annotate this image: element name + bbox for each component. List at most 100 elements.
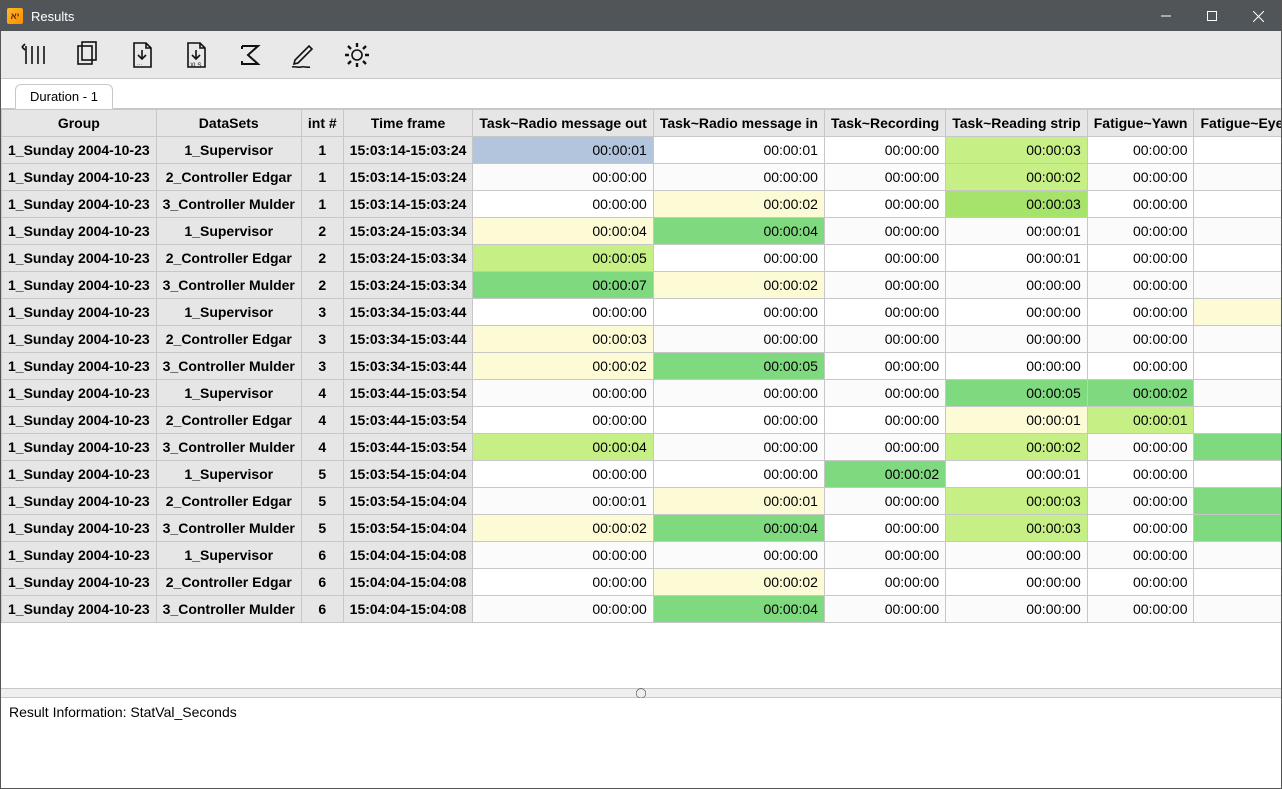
- cell-rmo[interactable]: 00:00:01: [473, 137, 653, 164]
- cell-rmo[interactable]: 00:00:00: [473, 407, 653, 434]
- copy-button[interactable]: [69, 37, 105, 73]
- cell-eye[interactable]: [1194, 434, 1281, 461]
- cell-rec[interactable]: 00:00:00: [824, 407, 945, 434]
- cell-yawn[interactable]: 00:00:00: [1087, 299, 1194, 326]
- columns-button[interactable]: [15, 37, 51, 73]
- cell-eye[interactable]: [1194, 569, 1281, 596]
- column-header-rmi[interactable]: Task~Radio message in: [653, 110, 824, 137]
- minimize-button[interactable]: [1143, 1, 1189, 31]
- cell-rmo[interactable]: 00:00:04: [473, 434, 653, 461]
- export-csv-button[interactable]: ···: [123, 37, 159, 73]
- cell-yawn[interactable]: 00:00:00: [1087, 461, 1194, 488]
- cell-rec[interactable]: 00:00:00: [824, 353, 945, 380]
- cell-rec[interactable]: 00:00:00: [824, 434, 945, 461]
- cell-rec[interactable]: 00:00:00: [824, 326, 945, 353]
- cell-rstrip[interactable]: 00:00:01: [946, 218, 1088, 245]
- cell-rmo[interactable]: 00:00:00: [473, 380, 653, 407]
- cell-rmo[interactable]: 00:00:00: [473, 299, 653, 326]
- column-header-rstrip[interactable]: Task~Reading strip: [946, 110, 1088, 137]
- cell-rec[interactable]: 00:00:00: [824, 596, 945, 623]
- cell-rmo[interactable]: 00:00:04: [473, 218, 653, 245]
- cell-rmo[interactable]: 00:00:05: [473, 245, 653, 272]
- cell-rmi[interactable]: 00:00:00: [653, 326, 824, 353]
- cell-rstrip[interactable]: 00:00:03: [946, 191, 1088, 218]
- cell-rstrip[interactable]: 00:00:00: [946, 353, 1088, 380]
- cell-rstrip[interactable]: 00:00:05: [946, 380, 1088, 407]
- column-header-group[interactable]: Group: [2, 110, 157, 137]
- cell-rmo[interactable]: 00:00:00: [473, 461, 653, 488]
- cell-rec[interactable]: 00:00:00: [824, 191, 945, 218]
- cell-eye[interactable]: [1194, 299, 1281, 326]
- cell-rmo[interactable]: 00:00:00: [473, 164, 653, 191]
- table-row[interactable]: 1_Sunday 2004-10-231_Supervisor615:04:04…: [2, 542, 1282, 569]
- cell-rmi[interactable]: 00:00:00: [653, 461, 824, 488]
- cell-rstrip[interactable]: 00:00:00: [946, 596, 1088, 623]
- table-row[interactable]: 1_Sunday 2004-10-231_Supervisor115:03:14…: [2, 137, 1282, 164]
- cell-rstrip[interactable]: 00:00:00: [946, 542, 1088, 569]
- cell-yawn[interactable]: 00:00:00: [1087, 569, 1194, 596]
- cell-yawn[interactable]: 00:00:00: [1087, 326, 1194, 353]
- highlight-button[interactable]: [285, 37, 321, 73]
- cell-eye[interactable]: [1194, 515, 1281, 542]
- cell-rmi[interactable]: 00:00:00: [653, 434, 824, 461]
- cell-yawn[interactable]: 00:00:00: [1087, 191, 1194, 218]
- column-header-rec[interactable]: Task~Recording: [824, 110, 945, 137]
- cell-yawn[interactable]: 00:00:00: [1087, 542, 1194, 569]
- table-row[interactable]: 1_Sunday 2004-10-231_Supervisor515:03:54…: [2, 461, 1282, 488]
- cell-rec[interactable]: 00:00:00: [824, 272, 945, 299]
- cell-rstrip[interactable]: 00:00:02: [946, 434, 1088, 461]
- table-row[interactable]: 1_Sunday 2004-10-231_Supervisor415:03:44…: [2, 380, 1282, 407]
- cell-rec[interactable]: 00:00:00: [824, 137, 945, 164]
- close-button[interactable]: [1235, 1, 1281, 31]
- cell-rmi[interactable]: 00:00:01: [653, 488, 824, 515]
- cell-rmo[interactable]: 00:00:00: [473, 596, 653, 623]
- cell-rmi[interactable]: 00:00:04: [653, 596, 824, 623]
- cell-rec[interactable]: 00:00:00: [824, 542, 945, 569]
- cell-eye[interactable]: [1194, 326, 1281, 353]
- cell-rstrip[interactable]: 00:00:01: [946, 461, 1088, 488]
- cell-rmo[interactable]: 00:00:00: [473, 569, 653, 596]
- cell-rec[interactable]: 00:00:00: [824, 218, 945, 245]
- table-row[interactable]: 1_Sunday 2004-10-233_Controller Mulder51…: [2, 515, 1282, 542]
- table-row[interactable]: 1_Sunday 2004-10-233_Controller Mulder11…: [2, 191, 1282, 218]
- stats-button[interactable]: [231, 37, 267, 73]
- cell-rmo[interactable]: 00:00:00: [473, 191, 653, 218]
- cell-eye[interactable]: [1194, 272, 1281, 299]
- cell-yawn[interactable]: 00:00:00: [1087, 164, 1194, 191]
- cell-rec[interactable]: 00:00:00: [824, 299, 945, 326]
- cell-rec[interactable]: 00:00:00: [824, 164, 945, 191]
- cell-rmi[interactable]: 00:00:00: [653, 380, 824, 407]
- cell-rmo[interactable]: 00:00:01: [473, 488, 653, 515]
- cell-eye[interactable]: [1194, 191, 1281, 218]
- cell-yawn[interactable]: 00:00:00: [1087, 245, 1194, 272]
- cell-rec[interactable]: 00:00:00: [824, 569, 945, 596]
- cell-eye[interactable]: [1194, 542, 1281, 569]
- cell-rec[interactable]: 00:00:00: [824, 245, 945, 272]
- cell-eye[interactable]: [1194, 488, 1281, 515]
- cell-rec[interactable]: 00:00:00: [824, 380, 945, 407]
- column-header-dataset[interactable]: DataSets: [156, 110, 301, 137]
- table-row[interactable]: 1_Sunday 2004-10-232_Controller Edgar415…: [2, 407, 1282, 434]
- cell-eye[interactable]: [1194, 596, 1281, 623]
- cell-yawn[interactable]: 00:00:00: [1087, 488, 1194, 515]
- cell-rec[interactable]: 00:00:00: [824, 515, 945, 542]
- cell-rstrip[interactable]: 00:00:03: [946, 515, 1088, 542]
- maximize-button[interactable]: [1189, 1, 1235, 31]
- table-row[interactable]: 1_Sunday 2004-10-232_Controller Edgar515…: [2, 488, 1282, 515]
- cell-yawn[interactable]: 00:00:00: [1087, 218, 1194, 245]
- cell-rmo[interactable]: 00:00:02: [473, 353, 653, 380]
- cell-rmi[interactable]: 00:00:00: [653, 245, 824, 272]
- cell-rstrip[interactable]: 00:00:03: [946, 488, 1088, 515]
- column-header-eye[interactable]: Fatigue~Eye: [1194, 110, 1281, 137]
- column-header-tf[interactable]: Time frame: [343, 110, 473, 137]
- cell-yawn[interactable]: 00:00:00: [1087, 434, 1194, 461]
- splitter-handle[interactable]: ◯: [1, 688, 1281, 698]
- table-row[interactable]: 1_Sunday 2004-10-233_Controller Mulder61…: [2, 596, 1282, 623]
- cell-yawn[interactable]: 00:00:00: [1087, 596, 1194, 623]
- cell-eye[interactable]: [1194, 353, 1281, 380]
- column-header-yawn[interactable]: Fatigue~Yawn: [1087, 110, 1194, 137]
- results-grid[interactable]: GroupDataSetsint #Time frame Task~Radio m…: [1, 109, 1281, 623]
- cell-eye[interactable]: [1194, 461, 1281, 488]
- cell-rmo[interactable]: 00:00:00: [473, 542, 653, 569]
- column-header-int[interactable]: int #: [301, 110, 343, 137]
